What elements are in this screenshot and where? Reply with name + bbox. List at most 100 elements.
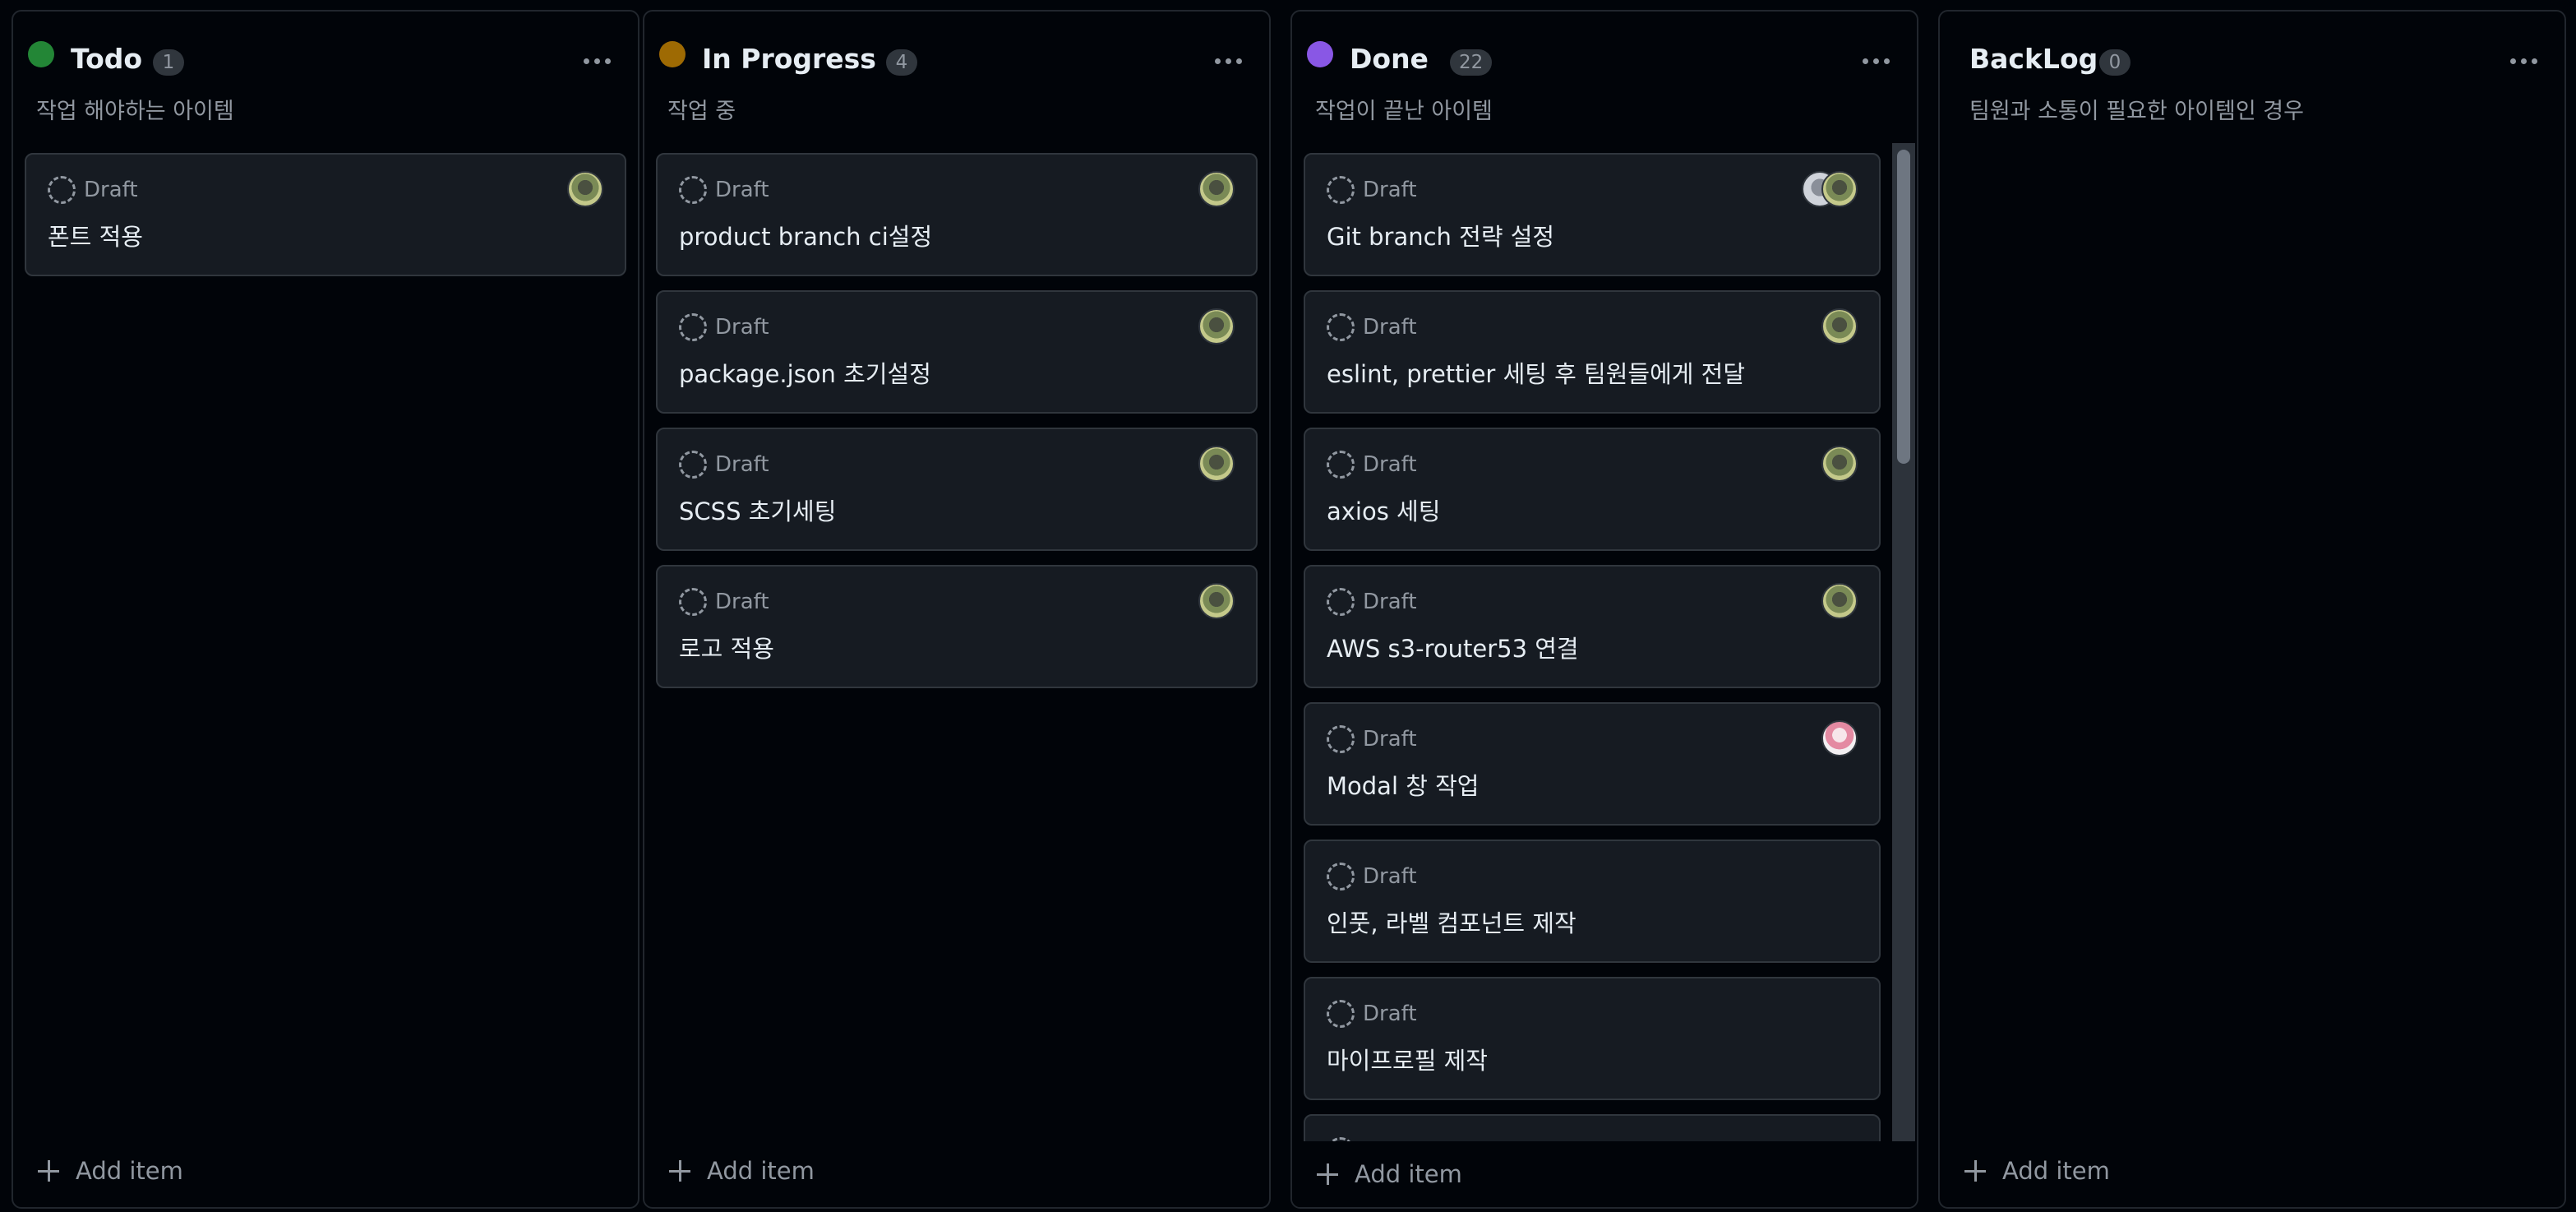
card-item[interactable]: Draft SCSS 초기세팅 xyxy=(656,428,1258,551)
card-status: Draft xyxy=(715,590,769,614)
column-header: Todo 1 작업 해야하는 아이템 xyxy=(13,12,638,143)
card-status: Draft xyxy=(715,452,769,477)
assignee-avatar[interactable] xyxy=(1198,308,1235,345)
draft-icon xyxy=(1327,588,1355,616)
more-options-icon[interactable] xyxy=(577,44,616,77)
draft-icon xyxy=(1327,313,1355,341)
status-dot-icon xyxy=(1307,41,1333,67)
add-item-button[interactable]: Add item xyxy=(1317,1158,1462,1191)
card-title[interactable]: product branch ci설정 xyxy=(679,220,932,253)
card-title[interactable]: Modal 창 작업 xyxy=(1327,770,1479,803)
column-description: 작업 해야하는 아이템 xyxy=(36,99,234,124)
draft-icon xyxy=(1327,725,1355,753)
add-item-label: Add item xyxy=(2002,1157,2110,1185)
card-item[interactable]: Draft 폰트 적용 xyxy=(25,153,626,276)
card-status: Draft xyxy=(1363,452,1417,477)
add-item-button[interactable]: Add item xyxy=(669,1154,815,1187)
column-in-progress: In Progress 4 작업 중 Draft product branch … xyxy=(643,10,1271,1209)
column-todo: Todo 1 작업 해야하는 아이템 Draft 폰트 적용 Add item xyxy=(12,10,639,1209)
card-title[interactable]: AWS s3-router53 연결 xyxy=(1327,632,1579,665)
card-status: Draft xyxy=(1363,315,1417,340)
assignee-avatar[interactable] xyxy=(1198,446,1235,482)
card-item[interactable]: Draft 마이프로필 제작 xyxy=(1304,977,1881,1100)
column-title: Todo xyxy=(71,43,143,75)
card-status: Draft xyxy=(1363,864,1417,889)
card-status: Draft xyxy=(1363,1002,1417,1026)
draft-icon xyxy=(1327,863,1355,890)
assignee-avatar[interactable] xyxy=(1198,171,1235,207)
card-list[interactable]: Draft Git branch 전략 설정 Draft eslint, pre… xyxy=(1304,143,1882,1148)
column-title: Done xyxy=(1350,43,1429,75)
draft-icon xyxy=(679,313,707,341)
draft-icon xyxy=(679,176,707,204)
column-title: In Progress xyxy=(702,43,876,75)
add-item-label: Add item xyxy=(1355,1160,1462,1188)
status-dot-icon xyxy=(28,41,54,67)
card-item[interactable]: Draft Git branch 전략 설정 xyxy=(1304,153,1881,276)
assignee-avatar[interactable] xyxy=(1821,308,1858,345)
column-header: In Progress 4 작업 중 xyxy=(644,12,1269,143)
add-item-label: Add item xyxy=(707,1157,815,1185)
column-done: Done 22 작업이 끝난 아이템 Draft Git branch 전략 설… xyxy=(1290,10,1918,1209)
card-status: Draft xyxy=(1363,178,1417,202)
card-item[interactable]: Draft eslint, prettier 세팅 후 팀원들에게 전달 xyxy=(1304,290,1881,414)
column-description: 작업이 끝난 아이템 xyxy=(1315,99,1493,124)
column-backlog: BackLog 0 팀원과 소통이 필요한 아이템인 경우 Add item xyxy=(1938,10,2566,1209)
card-status: Draft xyxy=(715,315,769,340)
plus-icon xyxy=(669,1160,690,1182)
column-description: 작업 중 xyxy=(667,99,736,124)
card-title[interactable]: axios 세팅 xyxy=(1327,495,1440,528)
plus-icon xyxy=(1964,1160,1986,1182)
card-title[interactable]: Git branch 전략 설정 xyxy=(1327,220,1554,253)
count-badge: 22 xyxy=(1450,49,1493,76)
card-item[interactable]: Draft Modal 창 작업 xyxy=(1304,702,1881,826)
draft-icon xyxy=(679,588,707,616)
assignee-avatar[interactable] xyxy=(1198,583,1235,619)
card-item[interactable]: Draft product branch ci설정 xyxy=(656,153,1258,276)
plus-icon xyxy=(38,1160,59,1182)
more-options-icon[interactable] xyxy=(1856,44,1895,77)
more-options-icon[interactable] xyxy=(1208,44,1248,77)
add-item-button[interactable]: Add item xyxy=(38,1154,183,1187)
card-title[interactable]: SCSS 초기세팅 xyxy=(679,495,836,528)
project-board: Todo 1 작업 해야하는 아이템 Draft 폰트 적용 Add item … xyxy=(0,0,2576,1212)
card-status: Draft xyxy=(715,178,769,202)
card-status: Draft xyxy=(84,178,138,202)
draft-icon xyxy=(1327,451,1355,479)
card-title[interactable]: 인풋, 라벨 컴포넌트 제작 xyxy=(1327,907,1577,940)
column-header: BackLog 0 팀원과 소통이 필요한 아이템인 경우 xyxy=(1940,12,2564,143)
status-dot-icon xyxy=(659,41,686,67)
column-header: Done 22 작업이 끝난 아이템 xyxy=(1292,12,1917,143)
card-status: Draft xyxy=(1363,590,1417,614)
assignee-avatar[interactable] xyxy=(1821,720,1858,756)
count-badge: 0 xyxy=(2099,49,2131,76)
column-description: 팀원과 소통이 필요한 아이템인 경우 xyxy=(1969,99,2304,124)
count-badge: 4 xyxy=(886,49,917,76)
card-status: Draft xyxy=(1363,727,1417,752)
draft-icon xyxy=(48,176,76,204)
assignee-avatar[interactable] xyxy=(1821,583,1858,619)
column-title: BackLog xyxy=(1969,43,2098,75)
card-title[interactable]: eslint, prettier 세팅 후 팀원들에게 전달 xyxy=(1327,358,1745,391)
card-item[interactable]: Draft axios 세팅 xyxy=(1304,428,1881,551)
card-title[interactable]: 마이프로필 제작 xyxy=(1327,1044,1488,1077)
card-item[interactable]: Draft AWS s3-router53 연결 xyxy=(1304,565,1881,688)
card-title[interactable]: 폰트 적용 xyxy=(48,220,143,253)
card-title[interactable]: package.json 초기설정 xyxy=(679,358,931,391)
card-title[interactable]: 로고 적용 xyxy=(679,632,774,665)
draft-icon xyxy=(1327,1000,1355,1028)
assignee-avatar[interactable] xyxy=(1821,171,1858,207)
card-item[interactable]: Draft package.json 초기설정 xyxy=(656,290,1258,414)
draft-icon xyxy=(679,451,707,479)
draft-icon xyxy=(1327,176,1355,204)
assignee-avatar[interactable] xyxy=(567,171,603,207)
scrollbar[interactable] xyxy=(1892,143,1915,1146)
add-item-label: Add item xyxy=(76,1157,183,1185)
card-item[interactable]: Draft 로고 적용 xyxy=(656,565,1258,688)
more-options-icon[interactable] xyxy=(2504,44,2543,77)
add-item-button[interactable]: Add item xyxy=(1964,1154,2110,1187)
card-item[interactable]: Draft 인풋, 라벨 컴포넌트 제작 xyxy=(1304,840,1881,963)
scrollbar-thumb[interactable] xyxy=(1897,150,1910,464)
count-badge: 1 xyxy=(153,49,184,76)
assignee-avatar[interactable] xyxy=(1821,446,1858,482)
